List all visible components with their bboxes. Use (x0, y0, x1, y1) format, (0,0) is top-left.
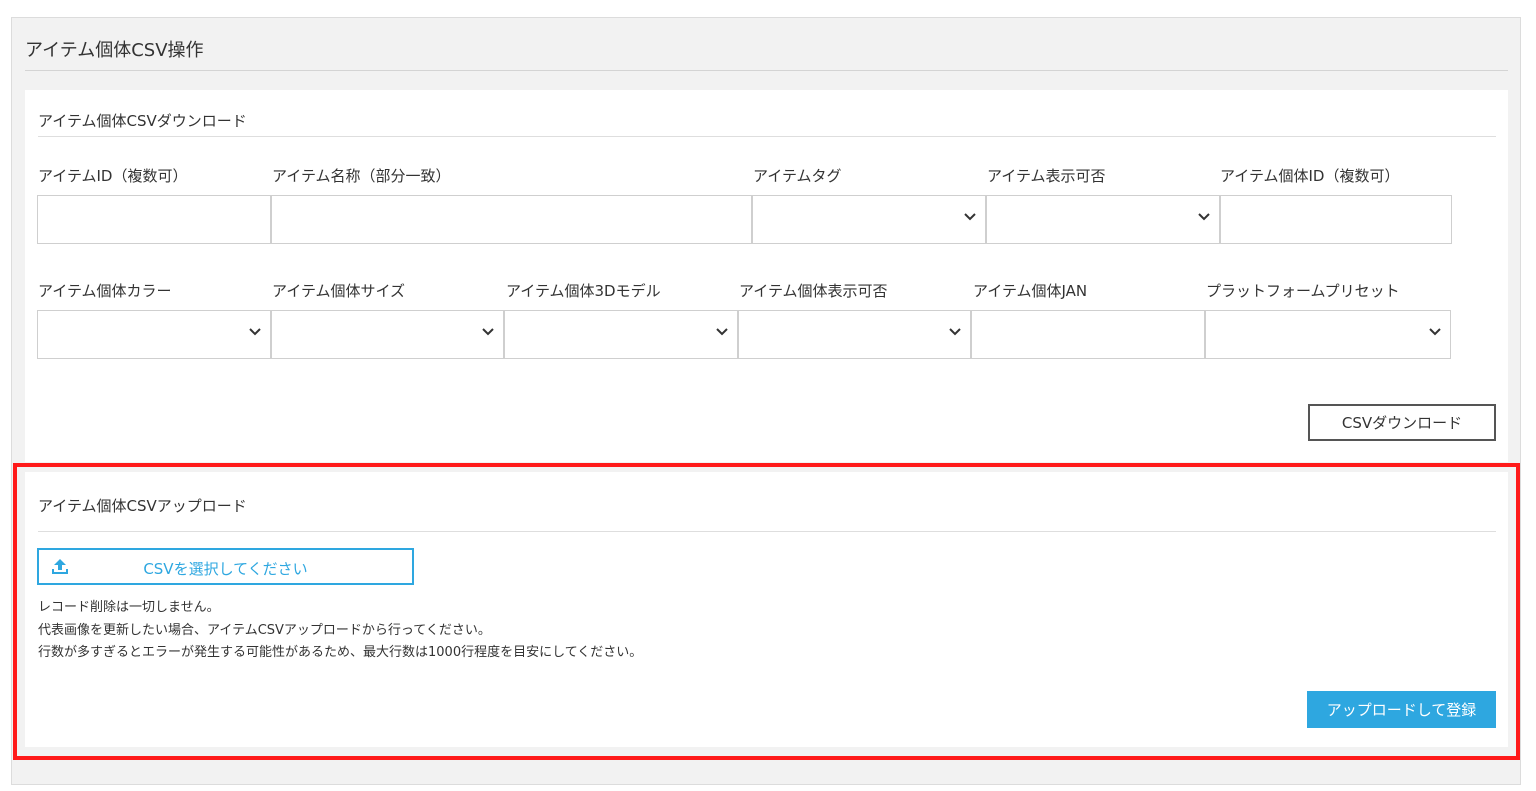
unit-id-input[interactable] (1220, 195, 1452, 244)
chevron-down-icon (1429, 328, 1441, 336)
note-line-1: レコード削除は一切しません。 (38, 600, 220, 615)
note-line-2: 代表画像を更新したい場合、アイテムCSVアップロードから行ってください。 (38, 623, 491, 638)
unit-id-label: アイテム個体ID（複数可） (1220, 167, 1400, 185)
item-visibility-select[interactable] (986, 195, 1220, 244)
unit-3d-model-select[interactable] (504, 310, 738, 359)
chevron-down-icon (949, 328, 961, 336)
unit-visibility-label: アイテム個体表示可否 (739, 282, 888, 300)
unit-jan-input[interactable] (971, 310, 1205, 359)
item-tag-select[interactable] (752, 195, 986, 244)
unit-color-label: アイテム個体カラー (38, 282, 172, 300)
download-card (25, 90, 1508, 462)
chevron-down-icon (1198, 213, 1210, 221)
csv-download-button[interactable]: CSVダウンロード (1308, 404, 1496, 441)
upload-register-button[interactable]: アップロードして登録 (1307, 691, 1496, 728)
unit-size-label: アイテム個体サイズ (272, 282, 406, 300)
csv-file-select-label: CSVを選択してください (143, 560, 308, 578)
title-divider (25, 70, 1508, 71)
unit-visibility-select[interactable] (738, 310, 971, 359)
chevron-down-icon (249, 328, 261, 336)
page-title: アイテム個体CSV操作 (25, 40, 204, 61)
unit-size-select[interactable] (271, 310, 504, 359)
chevron-down-icon (964, 213, 976, 221)
platform-preset-label: プラットフォームプリセット (1206, 282, 1400, 300)
platform-preset-select[interactable] (1205, 310, 1451, 359)
csv-file-select-button[interactable]: CSVを選択してください (37, 548, 414, 585)
chevron-down-icon (482, 328, 494, 336)
upload-card (25, 472, 1508, 747)
note-line-3: 行数が多すぎるとエラーが発生する可能性があるため、最大行数は1000行程度を目安… (38, 645, 643, 660)
chevron-down-icon (716, 328, 728, 336)
unit-jan-label: アイテム個体JAN (973, 282, 1088, 300)
unit-color-select[interactable] (37, 310, 271, 359)
item-tag-label: アイテムタグ (753, 167, 842, 185)
item-name-input[interactable] (271, 195, 752, 244)
item-id-input[interactable] (37, 195, 271, 244)
upload-section-title: アイテム個体CSVアップロード (38, 497, 247, 515)
item-name-label: アイテム名称（部分一致） (272, 167, 451, 185)
download-section-divider (38, 136, 1496, 137)
item-visibility-label: アイテム表示可否 (987, 167, 1106, 185)
upload-section-divider (38, 531, 1496, 532)
item-id-label: アイテムID（複数可） (38, 167, 188, 185)
download-section-title: アイテム個体CSVダウンロード (38, 112, 247, 130)
unit-3d-model-label: アイテム個体3Dモデル (506, 282, 661, 300)
